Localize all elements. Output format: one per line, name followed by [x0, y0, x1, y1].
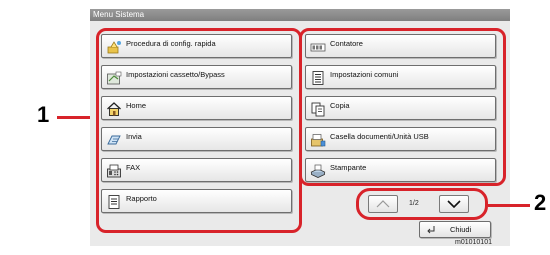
callout-number-1: 1	[37, 102, 50, 127]
menu-items-highlight	[96, 28, 302, 233]
image-code: m01010101	[455, 239, 492, 246]
return-arrow-icon	[427, 226, 435, 234]
menu-items-highlight-right	[299, 28, 506, 186]
close-label: Chiudi	[450, 225, 472, 234]
close-button[interactable]: Chiudi	[419, 221, 491, 238]
callout-line-2	[488, 204, 530, 207]
callout-number-2: 2	[534, 190, 547, 215]
pagination-highlight	[356, 188, 488, 220]
window-title: Menu Sistema	[90, 9, 510, 21]
